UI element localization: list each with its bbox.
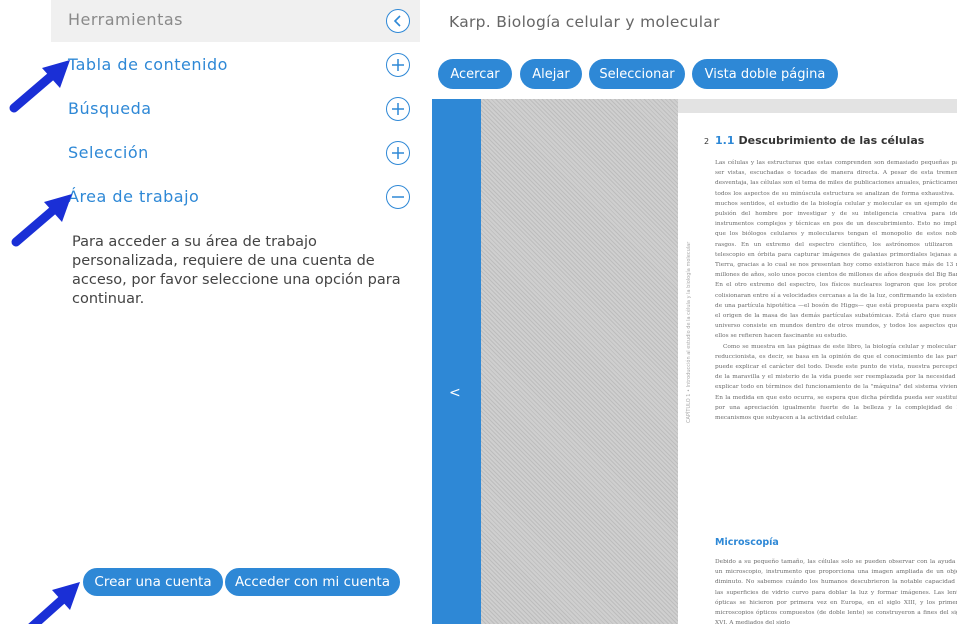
create-account-button[interactable]: Crear una cuenta	[83, 568, 223, 596]
plus-icon	[392, 59, 404, 71]
section-title-text: Descubrimiento de las células	[738, 134, 925, 147]
book-title: Karp. Biología celular y molecular	[449, 13, 720, 31]
expand-table-of-contents-button[interactable]	[386, 53, 410, 77]
body-text: Las células y las estructuras que estas …	[715, 158, 957, 423]
page-number: 2	[704, 137, 710, 146]
expand-search-button[interactable]	[386, 97, 410, 121]
menu-item-search[interactable]: Búsqueda	[51, 95, 420, 125]
plus-icon	[392, 147, 404, 159]
document-page: 2 1.1 Descubrimiento de las células CAPÍT…	[678, 113, 957, 624]
previous-page-strip[interactable]: <	[432, 99, 481, 624]
document-viewer[interactable]: < 2 1.1 Descubrimiento de las células CAP…	[432, 99, 957, 624]
menu-item-workspace[interactable]: Área de trabajo	[51, 183, 420, 213]
menu-item-label: Búsqueda	[68, 99, 152, 118]
menu-item-label: Área de trabajo	[68, 187, 200, 206]
plus-icon	[392, 103, 404, 115]
zoom-in-button[interactable]: Acercar	[438, 59, 512, 89]
annotation-arrow-icon	[11, 194, 72, 247]
tools-panel: Herramientas Tabla de contenido Búsqueda…	[0, 0, 430, 624]
tools-title: Herramientas	[68, 10, 183, 29]
login-button[interactable]: Acceder con mi cuenta	[225, 568, 400, 596]
section-number: 1.1	[715, 134, 735, 147]
paragraph: Las células y las estructuras que estas …	[715, 160, 957, 340]
chevron-left-icon	[393, 15, 401, 27]
menu-item-selection[interactable]: Selección	[51, 139, 420, 169]
double-page-view-button[interactable]: Vista doble página	[692, 59, 838, 89]
paragraph: Como se muestra en las páginas de este l…	[715, 343, 957, 422]
vertical-caption: CAPÍTULO 1 • Introducción al estudio de …	[686, 241, 692, 423]
tools-header: Herramientas	[51, 0, 420, 42]
subsection-title: Microscopía	[715, 537, 779, 548]
zoom-out-button[interactable]: Alejar	[520, 59, 582, 89]
annotation-arrow-icon	[28, 582, 80, 624]
paragraph: Debido a su pequeño tamaño, las células …	[715, 559, 957, 624]
select-button[interactable]: Seleccionar	[589, 59, 685, 89]
menu-item-label: Tabla de contenido	[68, 55, 228, 74]
expand-selection-button[interactable]	[386, 141, 410, 165]
menu-item-table-of-contents[interactable]: Tabla de contenido	[51, 51, 420, 81]
minus-icon	[392, 196, 404, 198]
menu-item-label: Selección	[68, 143, 149, 162]
collapse-workspace-button[interactable]	[386, 185, 410, 209]
page-background	[481, 99, 678, 624]
app-root: Herramientas Tabla de contenido Búsqueda…	[0, 0, 957, 624]
workspace-message: Para acceder a su área de trabajo person…	[72, 234, 401, 307]
annotation-arrow-icon	[9, 60, 70, 113]
section-title: 1.1 Descubrimiento de las células	[715, 134, 924, 147]
chevron-left-icon[interactable]: <	[449, 385, 461, 401]
collapse-panel-button[interactable]	[386, 9, 410, 33]
